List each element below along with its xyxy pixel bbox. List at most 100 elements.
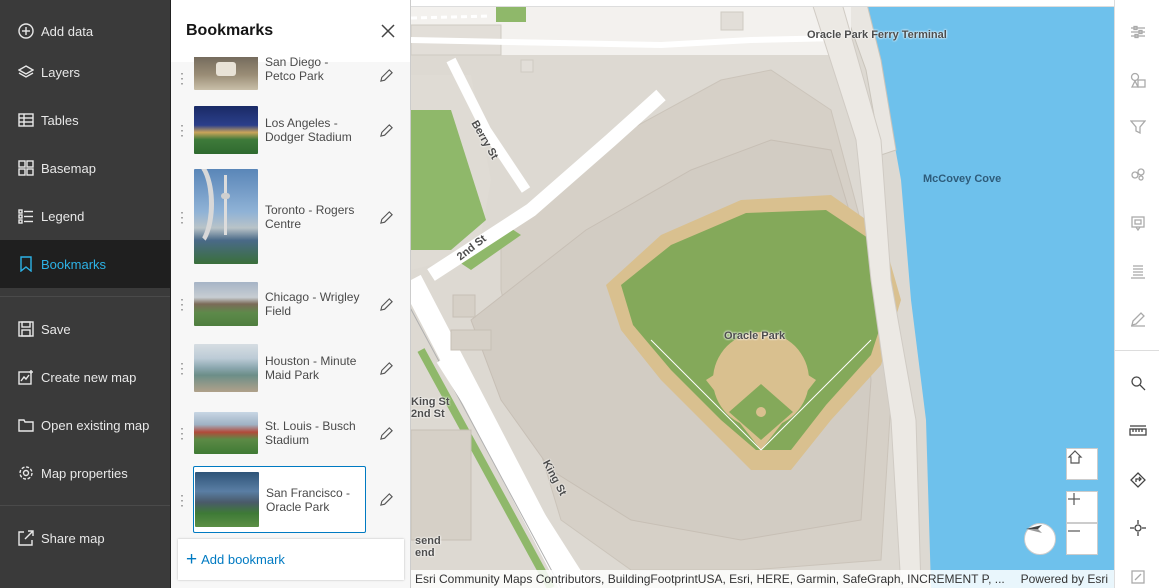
bookmark-label: St. Louis - Busch Stadium (265, 419, 360, 447)
map-label-2nd-st-left: 2nd St (411, 408, 445, 420)
compass-icon (1025, 524, 1043, 534)
bookmark-label: Toronto - Rogers Centre (265, 203, 360, 231)
directions-icon (1130, 472, 1146, 488)
zoom-out-button[interactable] (1066, 523, 1098, 555)
map-label-oracle-park: Oracle Park (724, 330, 785, 342)
bookmark-thumbnail (194, 57, 258, 90)
edit-bookmark-button[interactable] (378, 122, 394, 138)
nav-label: Layers (41, 65, 80, 80)
pencil-icon (379, 123, 394, 138)
bookmark-item[interactable]: ⋮ Chicago - Wrigley Field (171, 282, 411, 326)
nav-divider (0, 296, 170, 297)
search-button[interactable] (1115, 363, 1159, 403)
nav-legend[interactable]: Legend (0, 192, 170, 240)
edit-bookmark-button[interactable] (378, 491, 394, 507)
add-bookmark-button[interactable]: + Add bookmark (178, 539, 404, 580)
close-button[interactable] (378, 21, 398, 41)
sketch-button[interactable] (1115, 299, 1159, 339)
nav-save[interactable]: Save (0, 305, 170, 353)
location-button[interactable] (1115, 508, 1159, 548)
measure-icon (1129, 423, 1147, 439)
bookmark-thumbnail (194, 169, 258, 264)
drag-handle-icon[interactable]: ⋮ (171, 431, 193, 435)
bookmark-item[interactable]: ⋮ Houston - Minute Maid Park (171, 344, 411, 392)
bookmark-item[interactable]: ⋮ San Diego - Petco Park (171, 57, 411, 91)
directions-button[interactable] (1115, 460, 1159, 500)
bookmark-label: Houston - Minute Maid Park (265, 354, 360, 382)
edit-bookmark-button[interactable] (378, 360, 394, 376)
drag-handle-icon[interactable]: ⋮ (171, 128, 193, 132)
bookmark-card[interactable]: San Francisco - Oracle Park (193, 466, 366, 533)
properties-button[interactable] (1115, 12, 1159, 52)
nav-layers[interactable]: Layers (0, 48, 170, 96)
edit-bookmark-button[interactable] (378, 67, 394, 83)
bookmark-thumbnail (194, 344, 258, 392)
drag-handle-icon[interactable]: ⋮ (171, 366, 193, 370)
nav-tables[interactable]: Tables (0, 96, 170, 144)
drag-handle-icon[interactable]: ⋮ (171, 76, 193, 80)
zoom-in-button[interactable] (1066, 491, 1098, 523)
search-icon (1130, 375, 1146, 391)
left-navigation: Add data Layers Tables Basemap Legend Bo… (0, 0, 171, 588)
map-view[interactable]: Oracle Park Ferry Terminal McCovey Cove … (411, 0, 1114, 588)
bookmark-card[interactable]: Toronto - Rogers Centre (193, 169, 366, 264)
powered-by-esri[interactable]: Powered by Esri (1021, 572, 1108, 586)
nav-create-new-map[interactable]: Create new map (0, 353, 170, 401)
compass-button[interactable] (1024, 523, 1056, 555)
effects-button[interactable] (1115, 155, 1159, 195)
bookmark-thumbnail (195, 472, 259, 527)
bookmark-label: San Francisco - Oracle Park (266, 486, 361, 514)
filter-button[interactable] (1115, 107, 1159, 147)
save-icon (17, 320, 35, 338)
bookmark-thumbnail (194, 282, 258, 326)
pencil-icon (379, 210, 394, 225)
map-attribution[interactable]: Esri Community Maps Contributors, Buildi… (411, 570, 1114, 588)
nav-share-map[interactable]: Share map (0, 514, 170, 562)
pencil-icon (379, 68, 394, 83)
bookmark-card[interactable]: Houston - Minute Maid Park (193, 344, 366, 392)
nav-label: Save (41, 322, 71, 337)
panel-header: Bookmarks (171, 0, 410, 62)
bookmark-item[interactable]: ⋮ Los Angeles - Dodger Stadium (171, 106, 411, 154)
add-circle-icon (17, 22, 35, 40)
nav-basemap[interactable]: Basemap (0, 144, 170, 192)
right-toolbar (1114, 0, 1159, 588)
print-button[interactable] (1115, 556, 1159, 588)
bookmark-label: San Diego - Petco Park (265, 57, 360, 83)
bookmark-card[interactable]: Los Angeles - Dodger Stadium (193, 106, 366, 154)
drag-handle-icon[interactable]: ⋮ (171, 302, 193, 306)
edit-bookmark-button[interactable] (378, 425, 394, 441)
table-icon (17, 111, 35, 129)
bookmark-item[interactable]: ⋮ Toronto - Rogers Centre (171, 169, 411, 264)
bookmark-label: Chicago - Wrigley Field (265, 290, 360, 318)
bookmark-card[interactable]: Chicago - Wrigley Field (193, 282, 366, 326)
nav-bookmarks[interactable]: Bookmarks (0, 240, 170, 288)
nav-map-properties[interactable]: Map properties (0, 449, 170, 497)
edit-bookmark-button[interactable] (378, 209, 394, 225)
pencil-icon (379, 361, 394, 376)
bookmark-item[interactable]: ⋮ St. Louis - Busch Stadium (171, 412, 411, 454)
nav-divider (0, 505, 170, 506)
styles-icon (1130, 72, 1146, 88)
drag-handle-icon[interactable]: ⋮ (171, 215, 193, 219)
styles-button[interactable] (1115, 60, 1159, 100)
nav-label: Basemap (41, 161, 96, 176)
labels-button[interactable] (1115, 251, 1159, 291)
panel-title: Bookmarks (186, 22, 273, 40)
configure-popups-button[interactable] (1115, 203, 1159, 243)
layers-icon (17, 63, 35, 81)
measure-button[interactable] (1115, 411, 1159, 451)
drag-handle-icon[interactable]: ⋮ (171, 498, 193, 502)
bookmark-thumbnail (194, 412, 258, 454)
share-icon (17, 529, 35, 547)
nav-open-existing-map[interactable]: Open existing map (0, 401, 170, 449)
basemap-icon (17, 159, 35, 177)
bookmark-card[interactable]: St. Louis - Busch Stadium (193, 412, 366, 454)
home-button[interactable] (1066, 448, 1098, 480)
nav-label: Share map (41, 531, 105, 546)
pencil-icon (379, 297, 394, 312)
bookmark-card[interactable]: San Diego - Petco Park (193, 57, 366, 91)
folder-icon (17, 416, 35, 434)
bookmark-item-selected[interactable]: ⋮ San Francisco - Oracle Park (171, 466, 411, 533)
edit-bookmark-button[interactable] (378, 296, 394, 312)
